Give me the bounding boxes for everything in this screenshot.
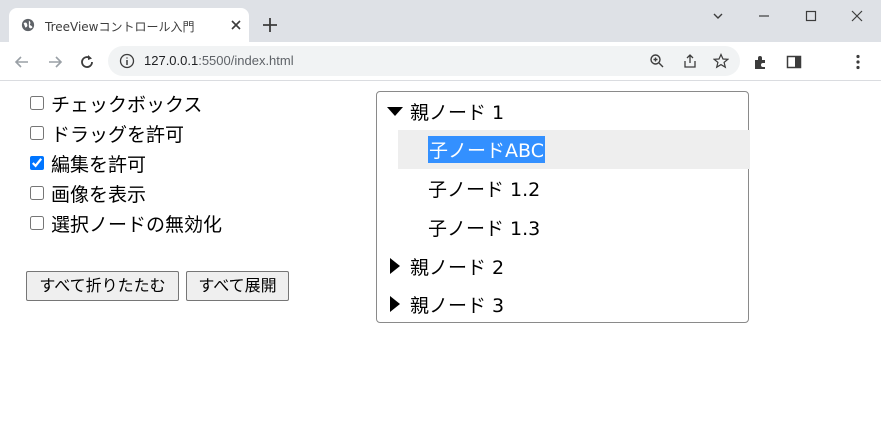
close-tab-icon[interactable] <box>229 18 243 32</box>
globe-icon <box>21 18 35 32</box>
info-icon[interactable] <box>119 53 135 69</box>
checkbox-input[interactable] <box>30 96 44 110</box>
tree-node-child-1-2[interactable]: 子ノード 1.2 <box>428 169 540 207</box>
url-path: :5500/index.html <box>198 53 294 68</box>
back-icon[interactable] <box>13 53 31 71</box>
tree-node-child-1-3[interactable]: 子ノード 1.3 <box>428 208 540 246</box>
tree-node-label: 親ノード 3 <box>410 294 505 317</box>
address-bar[interactable]: 127.0.0.1:5500/index.html <box>108 46 740 76</box>
minimize-icon[interactable] <box>756 8 772 24</box>
browser-titlebar: TreeViewコントロール入門 <box>0 0 881 42</box>
expand-all-button[interactable]: すべて展開 <box>186 271 289 301</box>
option-label: 画像を表示 <box>51 183 147 206</box>
close-window-icon[interactable] <box>849 8 865 24</box>
option-label: チェックボックス <box>51 93 203 116</box>
tree-node-label: 子ノード 1.3 <box>428 217 541 240</box>
url-text[interactable]: 127.0.0.1:5500/index.html <box>144 53 294 68</box>
images-checkbox[interactable] <box>30 186 44 200</box>
tree-node-parent-3[interactable]: 親ノード 3 <box>386 285 504 323</box>
caret-right-icon[interactable] <box>386 257 404 275</box>
zoom-icon[interactable] <box>649 53 665 69</box>
bookmark-star-icon[interactable] <box>713 53 729 69</box>
caret-right-icon[interactable] <box>386 295 404 313</box>
tree-node-label: 親ノード 1 <box>410 101 505 124</box>
option-label: 編集を許可 <box>51 153 147 176</box>
option-label: 選択ノードの無効化 <box>51 213 223 236</box>
maximize-icon[interactable] <box>803 8 819 24</box>
tree-node-label: 親ノード 2 <box>410 256 505 279</box>
extensions-icon[interactable] <box>752 53 770 71</box>
url-host: 127.0.0.1 <box>144 53 199 68</box>
option-checkbox[interactable]: チェックボックス <box>30 90 202 116</box>
new-tab-icon[interactable] <box>262 17 278 33</box>
tree-node-parent-2[interactable]: 親ノード 2 <box>386 247 504 285</box>
caret-down-icon[interactable] <box>386 102 404 120</box>
browser-toolbar: 127.0.0.1:5500/index.html <box>0 42 881 81</box>
drag-checkbox[interactable] <box>30 126 44 140</box>
tree-view[interactable]: 親ノード 1 子ノードABC 子ノード 1.2 子ノード 1.3 親ノード 2 … <box>376 91 750 323</box>
option-edit[interactable]: 編集を許可 <box>30 150 146 176</box>
forward-icon[interactable] <box>46 53 64 71</box>
edit-checkbox[interactable] <box>30 156 44 170</box>
tree-node-label-selected[interactable]: 子ノードABC <box>428 135 545 163</box>
page-content: チェックボックス ドラッグを許可 編集を許可 画像を表示 選択ノードの無効化 す… <box>0 81 881 424</box>
tree-node-label: 子ノード 1.2 <box>428 178 541 201</box>
tab-title: TreeViewコントロール入門 <box>45 20 195 34</box>
option-drag[interactable]: ドラッグを許可 <box>30 120 184 146</box>
side-panel-icon[interactable] <box>785 53 803 71</box>
browser-tab[interactable]: TreeViewコントロール入門 <box>9 8 249 42</box>
menu-icon[interactable] <box>849 53 867 71</box>
chevron-down-icon[interactable] <box>710 8 726 24</box>
disable-selected-checkbox[interactable] <box>30 216 44 230</box>
option-disable-selected[interactable]: 選択ノードの無効化 <box>30 210 222 236</box>
share-icon[interactable] <box>682 53 698 69</box>
option-label: ドラッグを許可 <box>51 123 185 146</box>
reload-icon[interactable] <box>78 53 96 71</box>
tree-node-parent-1[interactable]: 親ノード 1 <box>386 92 504 130</box>
tree-node-child-abc[interactable]: 子ノードABC <box>428 130 545 168</box>
option-images[interactable]: 画像を表示 <box>30 180 146 206</box>
collapse-all-button[interactable]: すべて折りたたむ <box>26 271 179 301</box>
